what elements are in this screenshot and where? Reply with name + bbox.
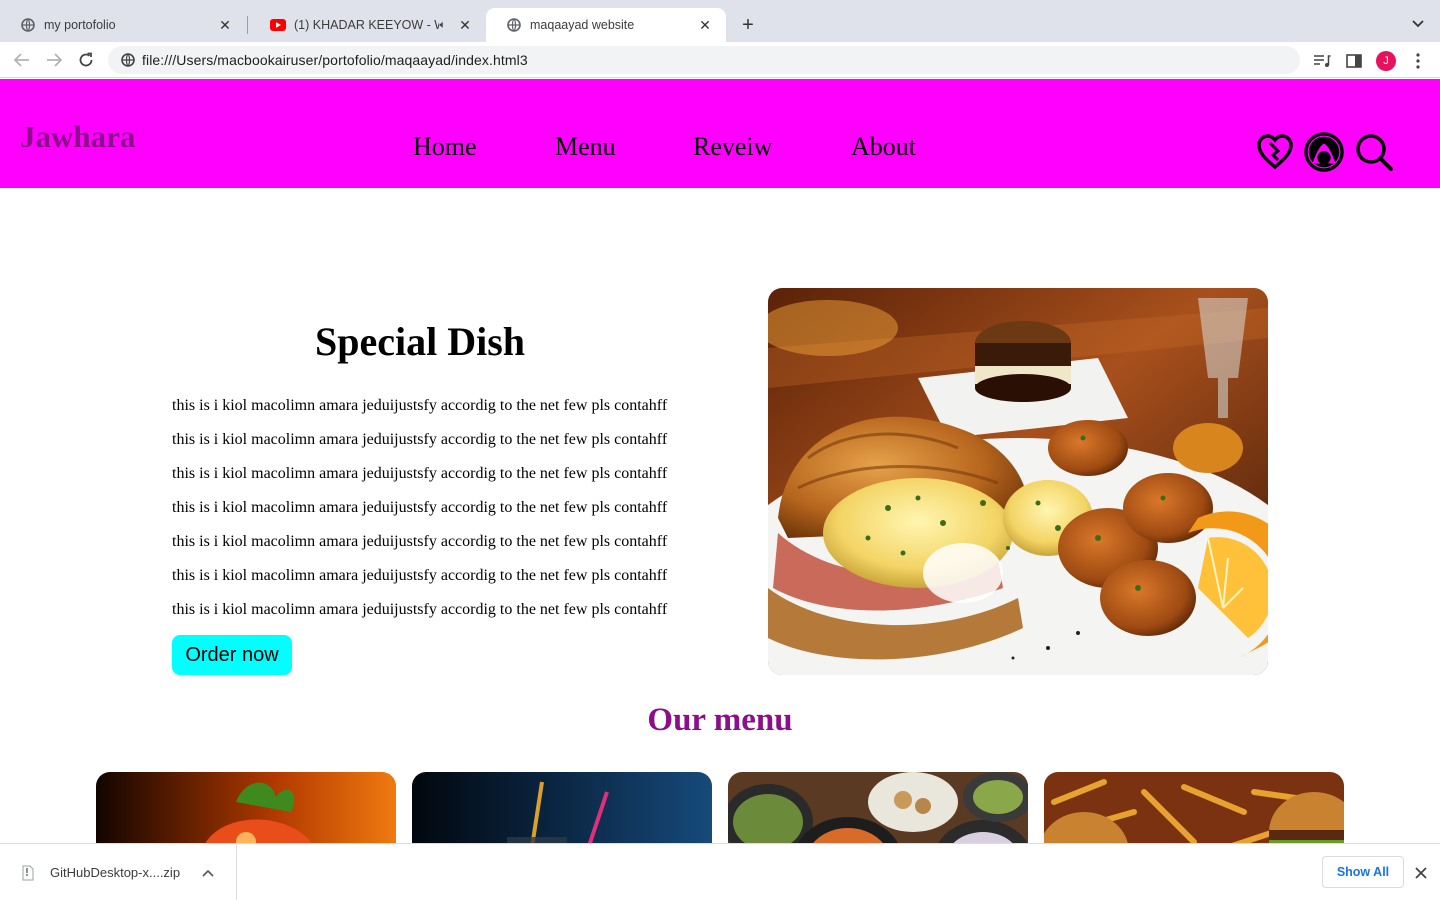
- order-now-button[interactable]: Order now: [172, 635, 292, 675]
- url-text: file:///Users/macbookairuser/portofolio/…: [142, 52, 528, 68]
- reload-icon[interactable]: [74, 48, 98, 72]
- new-tab-button[interactable]: +: [736, 13, 760, 37]
- nav-menu[interactable]: Menu: [555, 132, 616, 162]
- forward-icon[interactable]: [42, 48, 66, 72]
- site-header: Jawhara Home Menu Reveiw About: [0, 79, 1440, 188]
- chevron-up-icon[interactable]: [200, 865, 216, 881]
- profile-avatar[interactable]: J: [1375, 50, 1397, 72]
- side-panel-icon[interactable]: [1343, 50, 1365, 72]
- tab-maqaayad-website[interactable]: maqaayad website ✕: [486, 8, 726, 42]
- menu-card[interactable]: [96, 772, 396, 843]
- site-info-icon[interactable]: [120, 52, 136, 68]
- menu-card[interactable]: [728, 772, 1028, 843]
- special-dish-title: Special Dish: [314, 319, 526, 364]
- download-item[interactable]: GitHubDesktop-x....zip: [0, 844, 237, 900]
- special-dish-image: [768, 288, 1268, 675]
- chevron-down-icon[interactable]: [1408, 14, 1428, 34]
- menu-card[interactable]: [1044, 772, 1344, 843]
- nav-home[interactable]: Home: [413, 132, 477, 162]
- more-menu-icon[interactable]: [1407, 50, 1429, 72]
- tab-my-portofolio[interactable]: my portofolio ✕: [0, 8, 246, 42]
- download-filename: GitHubDesktop-x....zip: [50, 865, 181, 880]
- site-logo[interactable]: Jawhara: [20, 119, 135, 155]
- avatar: J: [1376, 51, 1396, 71]
- heart-icon[interactable]: [1255, 131, 1295, 173]
- tab-title: (1) KHADAR KEEYOW - WA: [294, 18, 440, 32]
- file-icon: [20, 864, 36, 882]
- close-tab-icon[interactable]: ✕: [696, 16, 714, 34]
- browser-tab-strip: my portofolio ✕ (1) KHADAR KEEYOW - WA 🔈…: [0, 0, 1440, 42]
- tab-youtube[interactable]: (1) KHADAR KEEYOW - WA 🔈︎ ✕: [250, 8, 486, 42]
- description-line: this is i kiol macolimn amara jeduijusts…: [172, 567, 668, 584]
- menu-card[interactable]: [412, 772, 712, 843]
- nav-review[interactable]: Reveiw: [693, 132, 772, 162]
- user-circle-icon[interactable]: [1304, 131, 1344, 173]
- youtube-icon: [270, 17, 286, 33]
- speaker-icon[interactable]: 🔈︎: [439, 19, 446, 32]
- description-line: this is i kiol macolimn amara jeduijusts…: [172, 533, 668, 550]
- description-line: this is i kiol macolimn amara jeduijusts…: [172, 499, 668, 516]
- tab-separator: [247, 16, 248, 34]
- description-line: this is i kiol macolimn amara jeduijusts…: [172, 397, 668, 414]
- media-control-icon[interactable]: [1311, 50, 1333, 72]
- description-line: this is i kiol macolimn amara jeduijusts…: [172, 465, 668, 482]
- tab-title: maqaayad website: [530, 18, 635, 32]
- description-line: this is i kiol macolimn amara jeduijusts…: [172, 431, 668, 448]
- globe-icon: [506, 17, 522, 33]
- description-line: this is i kiol macolimn amara jeduijusts…: [172, 601, 668, 618]
- our-menu-title: Our menu: [647, 702, 793, 738]
- close-tab-icon[interactable]: ✕: [456, 16, 474, 34]
- tab-title: my portofolio: [44, 18, 116, 32]
- show-all-button[interactable]: Show All: [1322, 856, 1404, 888]
- back-icon[interactable]: [10, 48, 34, 72]
- globe-icon: [20, 17, 36, 33]
- close-icon[interactable]: [1412, 864, 1430, 882]
- nav-about[interactable]: About: [851, 132, 916, 162]
- browser-toolbar: file:///Users/macbookairuser/portofolio/…: [0, 42, 1440, 78]
- search-icon[interactable]: [1354, 131, 1394, 173]
- special-dish-description: this is i kiol macolimn amara jeduijusts…: [172, 396, 682, 634]
- download-shelf: GitHubDesktop-x....zip Show All: [0, 843, 1440, 900]
- address-bar[interactable]: file:///Users/macbookairuser/portofolio/…: [108, 46, 1300, 74]
- close-tab-icon[interactable]: ✕: [216, 16, 234, 34]
- page-content: Special Dish this is i kiol macolimn ama…: [0, 188, 1440, 843]
